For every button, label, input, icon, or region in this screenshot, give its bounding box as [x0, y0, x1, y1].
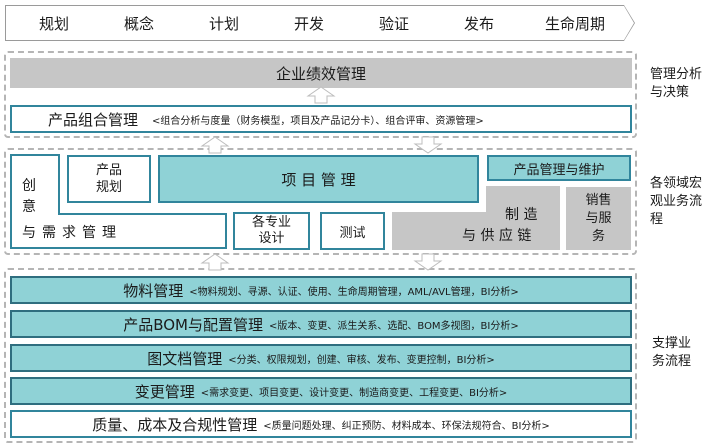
support-row: 变更管理 <需求变更、项目变更、设计变更、制造商变更、工程变更、BI分析> — [10, 377, 632, 405]
specialty-design-label: 各专业设计 — [251, 215, 291, 246]
phase-concept: 概念 — [91, 6, 187, 40]
support-row-sub: <分类、权限规划，创建、审核、发布、变更控制，BI分析> — [228, 354, 495, 366]
support-row-title: 质量、成本及合规性管理 — [92, 415, 258, 434]
support-row: 图文档管理 <分类、权限规划，创建、审核、发布、变更控制，BI分析> — [10, 344, 632, 372]
test-label: 测试 — [339, 225, 366, 241]
enterprise-performance-bar: 企业绩效管理 — [10, 58, 632, 88]
support-side-label: 支撑业务流程 — [652, 336, 692, 369]
up-arrow-icon — [200, 253, 230, 271]
test-box: 测试 — [320, 212, 385, 250]
support-row-sub: <物料规划、寻源、认证、使用、生命周期管理，AML/AVL管理，BI分析> — [189, 286, 519, 298]
product-planning-label: 产品规划 — [95, 163, 122, 195]
support-row: 产品BOM与配置管理 <版本、变更、派生关系、选配、BOM多视图，BI分析> — [10, 310, 632, 338]
sales-service-box: 销售与服务 — [566, 187, 631, 250]
down-arrow-icon — [413, 136, 443, 154]
project-mgmt-label: 项 目 管 理 — [281, 170, 356, 189]
domain-side-label: 各领域宏观业务流程 — [650, 176, 703, 227]
requirement-vertical-label: 创意 — [22, 178, 36, 215]
up-arrow-icon — [306, 86, 336, 104]
mgmt-side-label: 管理分析与决策 — [650, 67, 703, 100]
portfolio-mgmt-title: 产品组合管理 — [48, 110, 139, 129]
product-maint-box: 产品管理与维护 — [487, 155, 631, 181]
portfolio-mgmt-box: 产品组合管理 <组合分析与度量（财务模型，项目及产品记分卡）、组合评审、资源管理… — [10, 105, 632, 133]
support-row-title: 变更管理 — [134, 382, 195, 401]
phase-release: 发布 — [431, 6, 527, 40]
support-row: 物料管理 <物料规划、寻源、认证、使用、生命周期管理，AML/AVL管理，BI分… — [10, 276, 632, 304]
support-row-sub: <质量问题处理、纠正预防、材料成本、环保法规符合、BI分析> — [263, 420, 550, 432]
supply-chain-line2: 与 供 应 链 — [462, 228, 532, 244]
support-row-title: 产品BOM与配置管理 — [123, 315, 263, 334]
support-row-title: 物料管理 — [123, 281, 184, 300]
supply-chain-line1: 制 造 — [505, 207, 538, 223]
support-row-title: 图文档管理 — [147, 349, 223, 368]
up-arrow-icon — [200, 136, 230, 154]
specialty-design-box: 各专业设计 — [233, 212, 310, 250]
support-row-sub: <需求变更、项目变更、设计变更、制造商变更、工程变更、BI分析> — [200, 387, 508, 399]
product-maint-label: 产品管理与维护 — [513, 162, 605, 178]
phase-develop: 开发 — [261, 6, 357, 40]
phase-schedule: 计划 — [176, 6, 272, 40]
portfolio-mgmt-sub: <组合分析与度量（财务模型，项目及产品记分卡）、组合评审、资源管理> — [152, 115, 484, 127]
support-row: 质量、成本及合规性管理 <质量问题处理、纠正预防、材料成本、环保法规符合、BI分… — [10, 410, 632, 438]
support-row-sub: <版本、变更、派生关系、选配、BOM多视图，BI分析> — [269, 320, 519, 332]
requirement-horizontal-label: 与需求管理 — [22, 225, 122, 241]
sales-service-label: 销售与服务 — [585, 192, 612, 244]
phase-plan: 规划 — [6, 6, 102, 40]
phase-verify: 验证 — [346, 6, 442, 40]
phase-lifecycle: 生命周期 — [516, 6, 634, 40]
product-planning-box: 产品规划 — [67, 155, 151, 203]
down-arrow-icon — [413, 253, 443, 271]
enterprise-performance-label: 企业绩效管理 — [275, 64, 366, 83]
